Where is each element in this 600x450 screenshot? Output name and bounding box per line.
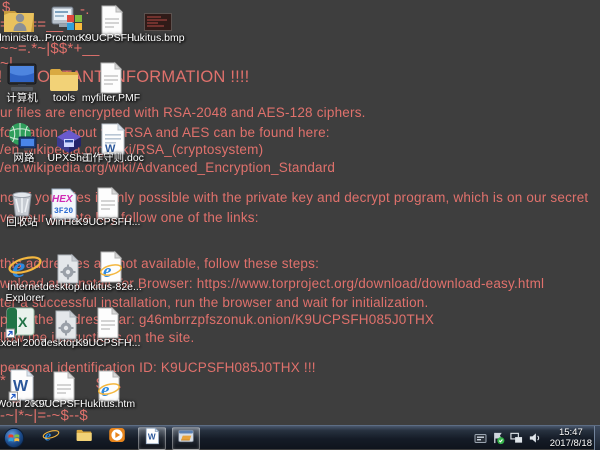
taskbar: e W 15:47 2017/8/18 (0, 425, 600, 449)
ransom-line: ng of your files is only possible with t… (0, 191, 588, 206)
desktop-icon-label[interactable]: lukitus.bmp (131, 33, 184, 44)
start-button[interactable] (3, 427, 25, 449)
text-file-icon (91, 186, 125, 220)
desktop-icon-text-file[interactable] (91, 186, 125, 220)
desktop-icon-label[interactable]: myfilter.PMF (82, 93, 140, 104)
desktop-icon-label[interactable]: K9UCPSFH... (76, 338, 141, 349)
svg-text:X: X (18, 314, 28, 330)
clock[interactable]: 15:47 2017/8/18 (550, 427, 592, 450)
desktop-icon-label[interactable]: lukitus-82e... (82, 282, 142, 293)
taskbar-button-internet-explorer[interactable]: e (38, 427, 64, 448)
desktop-icon-label[interactable]: Excel 2007 (0, 338, 46, 349)
desktop-icon-network-globe[interactable] (6, 122, 40, 156)
app-window-icon (177, 427, 195, 450)
excel-shortcut-icon: X (3, 306, 37, 340)
media-player-icon (108, 426, 126, 449)
desktop-icon-internet-explorer[interactable]: e (7, 248, 41, 282)
desktop[interactable]: !!! IMPORTANT INFORMATION !!!!ur files a… (0, 0, 600, 425)
desktop-icon-label[interactable]: K9UCPSFH... (76, 217, 141, 228)
desktop-icon-label[interactable]: 工作守则.doc (82, 153, 144, 164)
network-icon[interactable] (510, 432, 523, 445)
taskbar-button-media-player[interactable] (104, 427, 130, 448)
html-file-icon: e (94, 250, 128, 284)
desktop-icon-label[interactable]: Administra... (0, 33, 47, 44)
input-indicator-icon[interactable] (474, 432, 487, 445)
taskbar-button-word-window[interactable]: W (138, 427, 166, 450)
clock-time: 15:47 (550, 427, 592, 438)
text-file-icon (91, 306, 125, 340)
bmp-image-icon (144, 13, 178, 31)
desktop-icon-label[interactable]: Internet Explorer (1, 282, 49, 304)
word-doc-icon: W (96, 122, 130, 156)
folder-icon (47, 62, 81, 96)
desktop-icon-label[interactable]: lukitus.htm (85, 399, 135, 410)
desktop-icon-text-file[interactable] (94, 61, 128, 95)
clock-date: 2017/8/18 (550, 438, 592, 449)
ransom-line: this addresses are not available, follow… (0, 257, 319, 272)
action-center-icon[interactable] (492, 432, 505, 445)
svg-text:HEX: HEX (52, 194, 74, 205)
desktop-icon-label[interactable]: 计算机 (6, 93, 38, 104)
recycle-bin-icon (5, 186, 39, 220)
ransom-ascii-art: -~|*~|=-~$--$ (0, 408, 88, 425)
svg-text:3F20: 3F20 (54, 207, 73, 216)
svg-text:e: e (103, 261, 112, 282)
desktop-icon-computer[interactable] (5, 61, 39, 95)
desktop-icon-html-file[interactable]: e (94, 250, 128, 284)
desktop-icon-text-file[interactable] (91, 306, 125, 340)
desktop-icon-label[interactable]: tools (53, 93, 75, 104)
volume-icon[interactable] (528, 432, 541, 445)
taskbar-button-windows-explorer[interactable] (71, 427, 97, 448)
desktop-icon-label[interactable]: 回收站 (6, 217, 38, 228)
internet-explorer-icon: e (42, 426, 60, 449)
text-file-icon (94, 61, 128, 95)
system-tray: 15:47 2017/8/18 (474, 426, 592, 450)
svg-text:e: e (12, 251, 25, 284)
svg-text:W: W (148, 432, 156, 441)
internet-explorer-icon: e (7, 248, 41, 284)
taskbar-button-explorer-window[interactable] (172, 427, 200, 450)
desktop-icon-recycle-bin[interactable] (5, 186, 39, 220)
desktop-icon-word-doc[interactable]: W (96, 122, 130, 156)
network-globe-icon (6, 122, 40, 156)
desktop-icon-folder[interactable] (47, 62, 81, 96)
computer-icon (5, 61, 39, 95)
word-document-icon: W (143, 427, 161, 450)
ransom-line: formation about the RSA and AES can be f… (0, 126, 330, 141)
ransom-line: ur files are encrypted with RSA-2048 and… (0, 106, 366, 121)
desktop-icon-excel-shortcut[interactable]: X (3, 306, 37, 340)
show-desktop-button[interactable] (594, 426, 600, 450)
explorer-folder-icon (75, 426, 93, 449)
desktop-icon-label[interactable]: 网路 (14, 153, 35, 164)
